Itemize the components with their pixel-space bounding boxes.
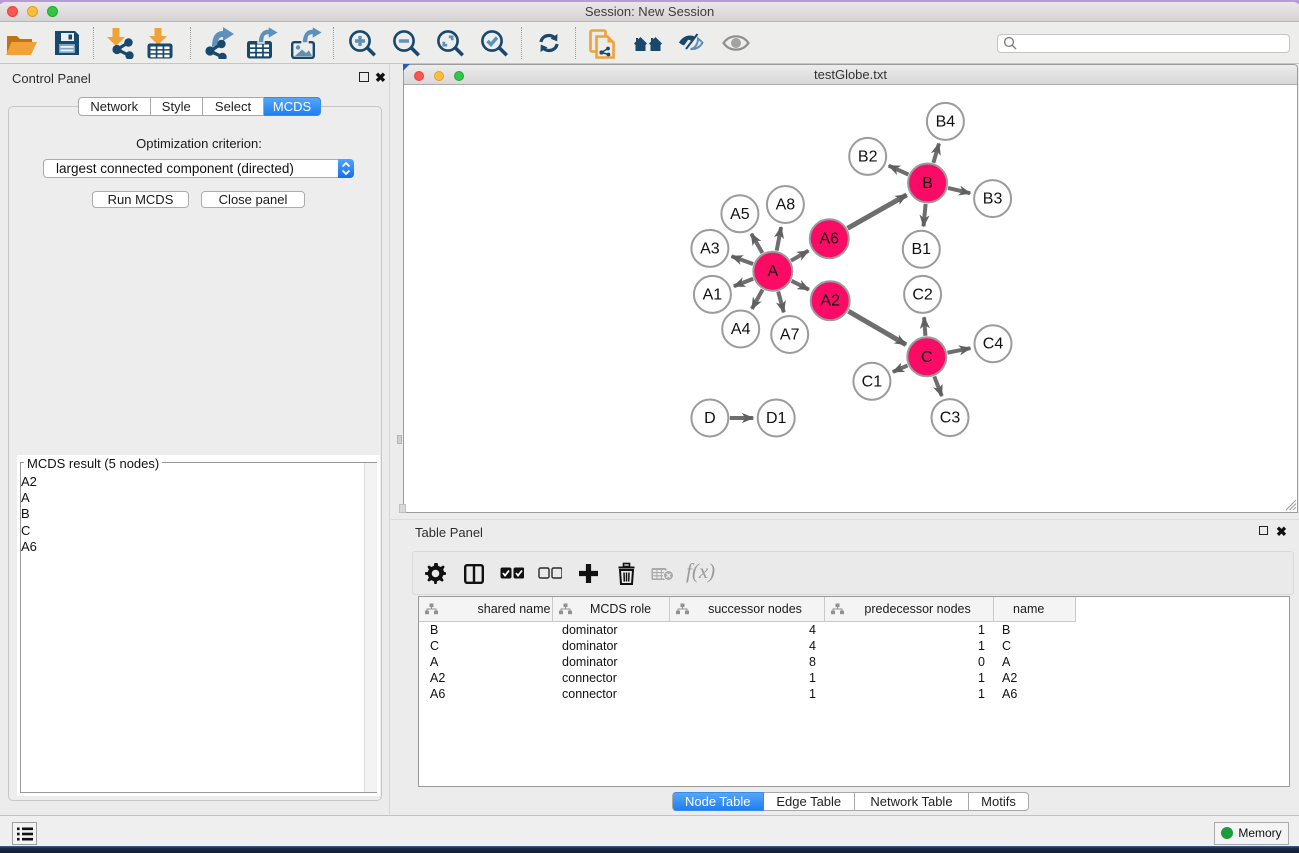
svg-text:B: B [922, 175, 933, 192]
svg-text:A7: A7 [780, 327, 800, 344]
svg-text:D1: D1 [766, 410, 787, 427]
svg-text:D: D [704, 410, 716, 427]
svg-text:B4: B4 [936, 113, 956, 130]
svg-text:B1: B1 [912, 241, 932, 258]
svg-text:C: C [921, 349, 933, 366]
svg-text:A1: A1 [703, 286, 723, 303]
svg-text:A: A [767, 263, 778, 280]
svg-text:A4: A4 [731, 321, 751, 338]
svg-text:B3: B3 [983, 191, 1003, 208]
svg-text:C1: C1 [862, 373, 883, 390]
svg-text:A3: A3 [700, 240, 720, 257]
svg-text:C2: C2 [912, 286, 933, 303]
svg-text:C3: C3 [940, 410, 961, 427]
svg-text:B2: B2 [858, 148, 878, 165]
svg-text:A5: A5 [730, 206, 750, 223]
svg-text:A8: A8 [776, 197, 796, 214]
svg-text:C4: C4 [983, 336, 1004, 353]
svg-text:A2: A2 [820, 293, 840, 310]
svg-text:A6: A6 [820, 231, 840, 248]
